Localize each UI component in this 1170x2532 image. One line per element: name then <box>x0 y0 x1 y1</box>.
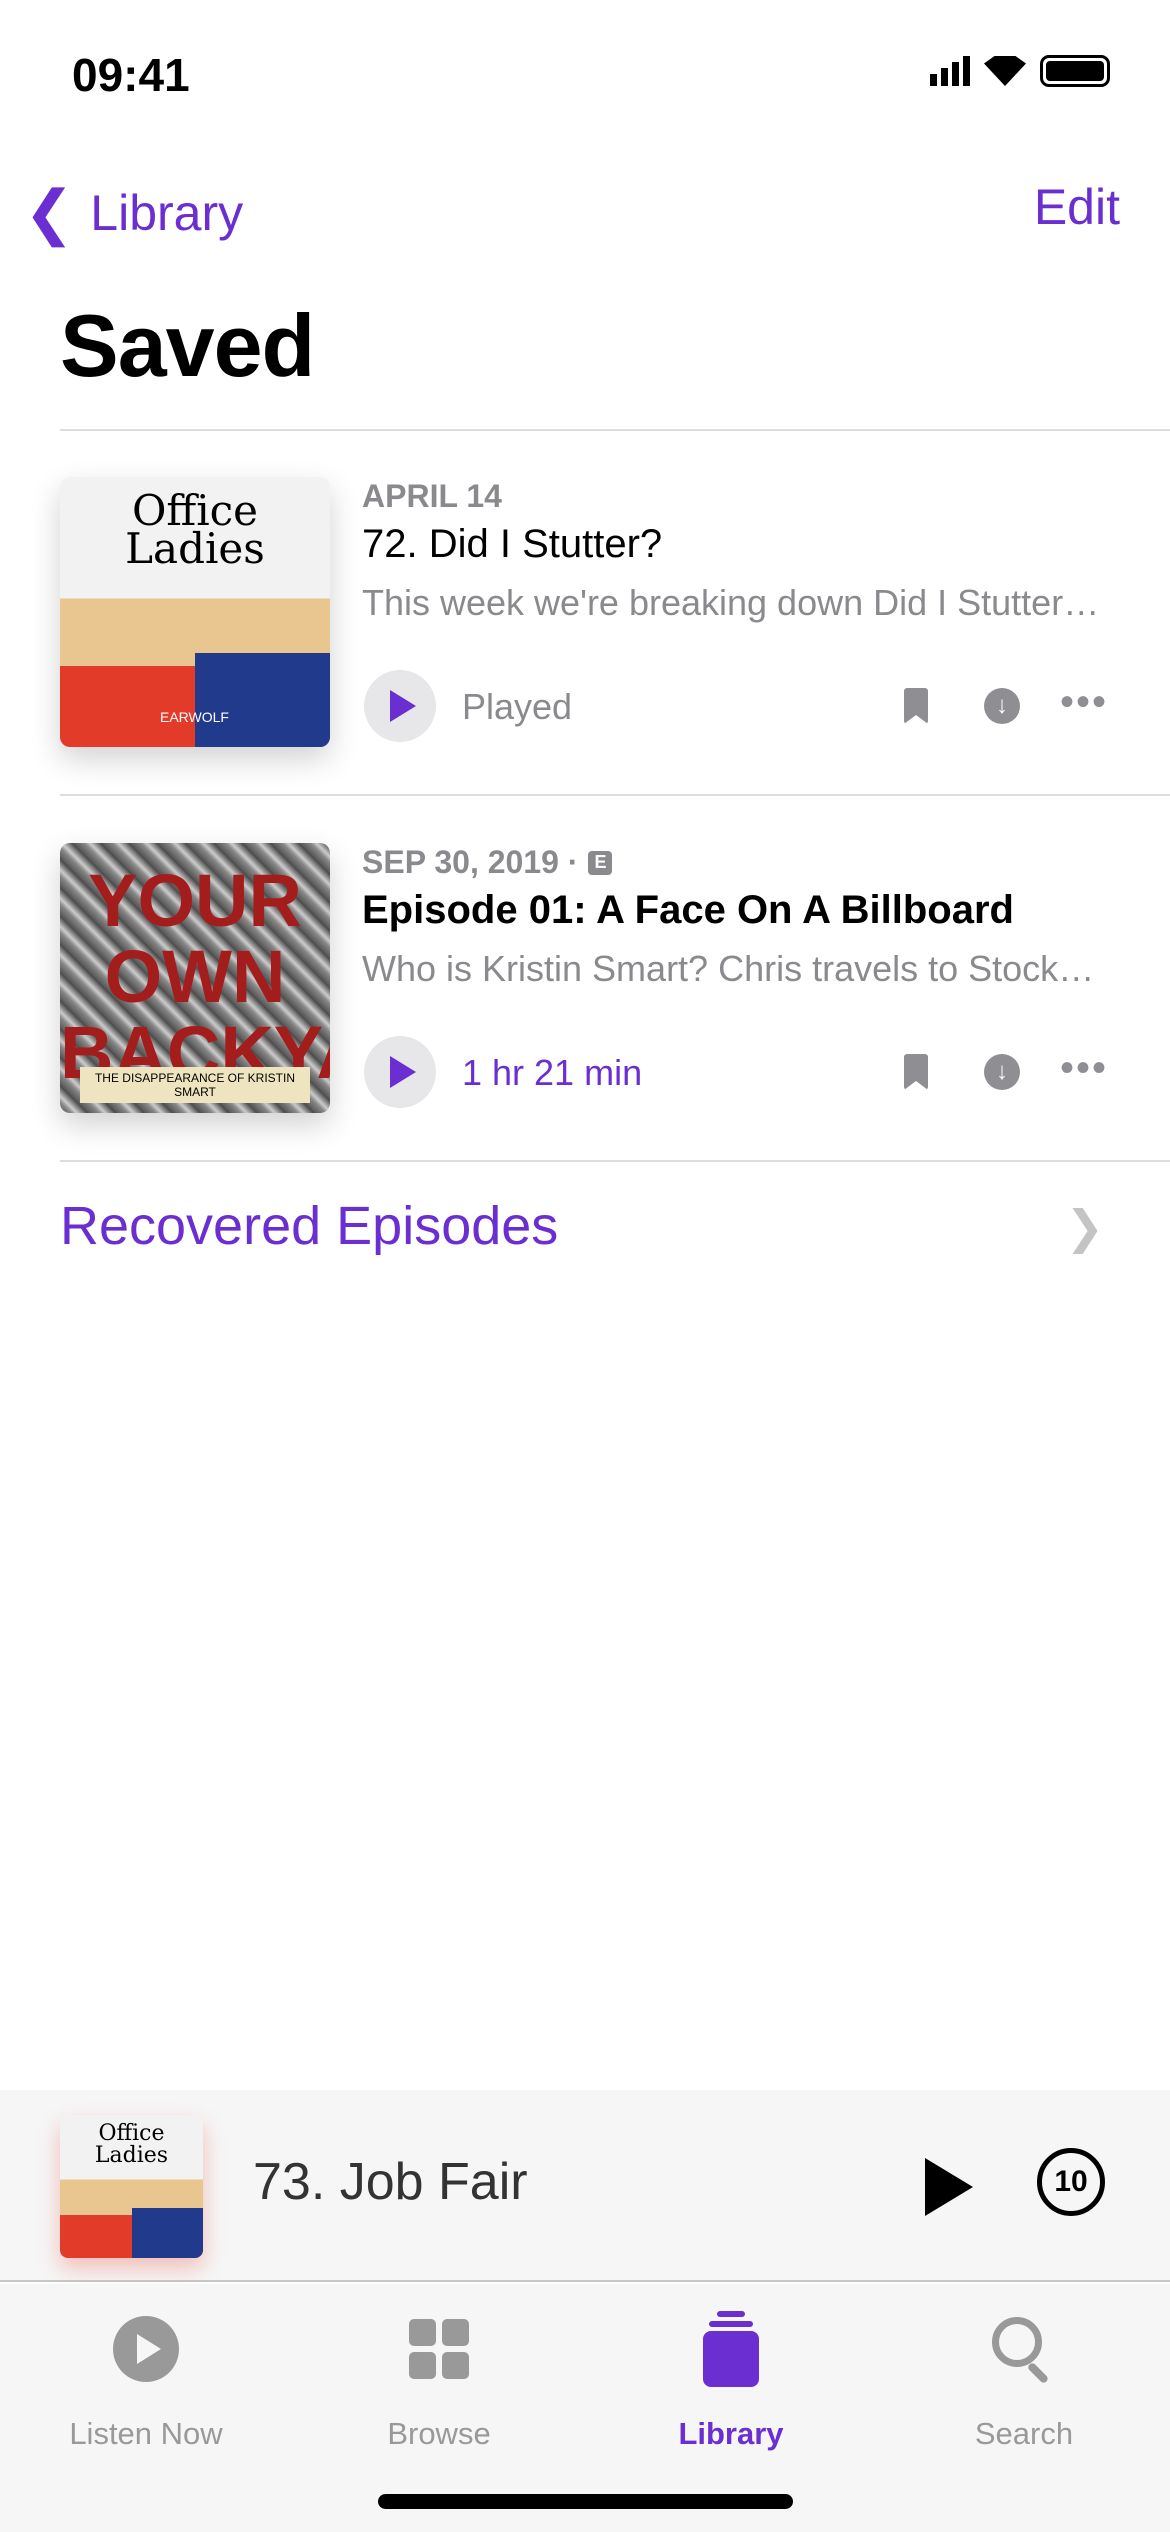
chevron-left-icon: ❮ <box>24 179 75 246</box>
episode-title[interactable]: Episode 01: A Face On A Billboard <box>362 888 1014 933</box>
episode-artwork[interactable]: Office Ladies EARWOLF <box>60 477 330 747</box>
status-icons <box>930 55 1110 87</box>
divider <box>60 1160 1170 1162</box>
explicit-badge: E <box>588 850 613 875</box>
episode-status: Played <box>462 686 573 727</box>
tab-browse[interactable]: Browse <box>319 2304 559 2452</box>
tab-library[interactable]: Library <box>611 2304 851 2452</box>
wifi-icon <box>984 56 1026 86</box>
download-icon[interactable]: ↓ <box>984 688 1020 724</box>
more-icon[interactable]: ••• <box>1060 680 1108 725</box>
skip-back-10-icon[interactable]: 10 <box>1037 2148 1105 2216</box>
episode-title[interactable]: 72. Did I Stutter? <box>362 522 662 567</box>
tab-label: Library <box>678 2416 784 2451</box>
chevron-right-icon: ❯ <box>1065 1201 1104 1253</box>
episode-duration: 1 hr 21 min <box>462 1052 643 1093</box>
play-icon[interactable] <box>925 2158 973 2216</box>
page-title: Saved <box>60 296 315 395</box>
play-button[interactable] <box>364 1036 436 1108</box>
edit-button[interactable]: Edit <box>1034 178 1120 236</box>
artwork-subtitle: THE DISAPPEARANCE OF KRISTIN SMART <box>80 1067 310 1103</box>
tab-label: Listen Now <box>69 2416 223 2451</box>
mini-player[interactable]: Office Ladies 73. Job Fair 10 <box>0 2090 1170 2282</box>
divider <box>60 429 1170 431</box>
status-time: 09:41 <box>72 49 190 101</box>
more-icon[interactable]: ••• <box>1060 1046 1108 1091</box>
recovered-episodes-link[interactable]: Recovered Episodes <box>60 1195 558 1257</box>
tab-listen-now[interactable]: Listen Now <box>26 2304 266 2452</box>
bookmark-icon[interactable] <box>904 688 928 724</box>
episode-date: APRIL 14 <box>362 478 502 514</box>
tab-search[interactable]: Search <box>904 2304 1144 2452</box>
back-button[interactable]: ❮ Library <box>24 178 243 248</box>
battery-icon <box>1040 55 1110 87</box>
divider <box>60 794 1170 796</box>
play-icon <box>390 690 416 722</box>
search-icon <box>992 2317 1056 2385</box>
tab-label: Browse <box>387 2416 491 2451</box>
play-button[interactable] <box>364 670 436 742</box>
back-label: Library <box>90 185 244 241</box>
episode-description[interactable]: Who is Kristin Smart? Chris travels to S… <box>362 948 1102 990</box>
download-icon[interactable]: ↓ <box>984 1054 1020 1090</box>
artwork-logo: Office Ladies <box>125 486 265 573</box>
artwork-logo: Office Ladies <box>94 2121 169 2168</box>
mini-player-title[interactable]: 73. Job Fair <box>253 2152 528 2212</box>
home-indicator <box>378 2494 793 2509</box>
tab-label: Search <box>974 2416 1074 2451</box>
artwork-brand: EARWOLF <box>160 709 229 725</box>
grid-icon <box>409 2319 469 2379</box>
episode-description[interactable]: This week we're breaking down Did I Stut… <box>362 582 1102 624</box>
mini-player-artwork: Office Ladies <box>60 2115 203 2258</box>
signal-icon <box>930 56 970 86</box>
artwork-logo: YOUR OWN BACKYARD <box>60 859 330 1094</box>
play-icon <box>390 1056 416 1088</box>
bookmark-icon[interactable] <box>904 1054 928 1090</box>
episode-artwork[interactable]: YOUR OWN BACKYARD THE DISAPPEARANCE OF K… <box>60 843 330 1113</box>
episode-date: SEP 30, 2019 · E <box>362 844 613 881</box>
library-icon <box>703 2311 759 2387</box>
play-circle-icon <box>113 2316 179 2382</box>
